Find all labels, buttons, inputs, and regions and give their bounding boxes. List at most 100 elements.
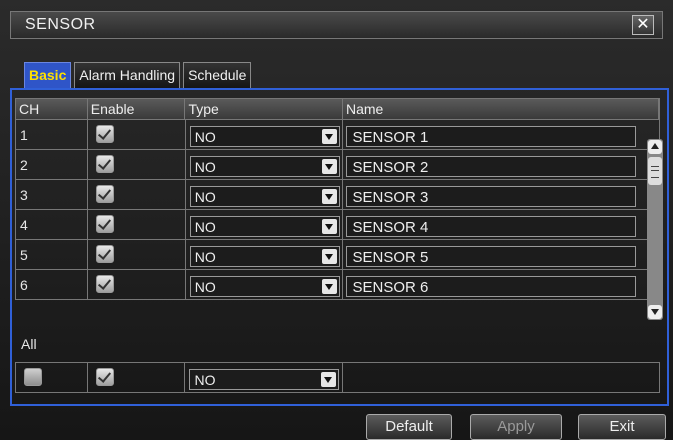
- sensor-name-field[interactable]: SENSOR 6: [346, 276, 637, 297]
- header-type: Type: [185, 99, 343, 119]
- type-value: NO: [194, 219, 216, 235]
- all-type-value: NO: [194, 372, 216, 388]
- chevron-down-icon[interactable]: [321, 279, 337, 294]
- table-body: 1 NO SENSOR 1 2 NO SENSOR 2 3 NO SENSOR 3 4 NO SENS…: [15, 120, 660, 300]
- all-name-cell: [343, 363, 659, 392]
- type-cell: NO: [186, 270, 344, 299]
- table-row: 5 NO SENSOR 5: [15, 240, 660, 270]
- enable-cell: [88, 180, 186, 209]
- enable-checkbox[interactable]: [95, 215, 114, 233]
- all-enable-cell: [88, 363, 186, 392]
- type-value: NO: [194, 249, 216, 265]
- type-cell: NO: [186, 210, 344, 239]
- channel-number: 5: [20, 247, 28, 263]
- channel-number: 1: [20, 127, 28, 143]
- chevron-down-icon[interactable]: [321, 129, 337, 144]
- all-type-select[interactable]: NO: [189, 369, 340, 390]
- ch-cell: 4: [16, 210, 88, 239]
- name-cell: SENSOR 6: [343, 270, 660, 299]
- select-all-checkbox[interactable]: [24, 368, 42, 386]
- type-select[interactable]: NO: [189, 126, 340, 147]
- table-row: 1 NO SENSOR 1: [15, 120, 660, 150]
- scroll-up-icon[interactable]: [648, 140, 662, 154]
- type-value: NO: [194, 279, 216, 295]
- window-title: SENSOR: [25, 16, 96, 33]
- ch-cell: 2: [16, 150, 88, 179]
- name-cell: SENSOR 4: [343, 210, 660, 239]
- scroll-thumb[interactable]: [648, 157, 662, 185]
- enable-checkbox[interactable]: [95, 245, 114, 263]
- chevron-down-icon[interactable]: [321, 189, 337, 204]
- sensor-window: SENSOR ✕ Basic Alarm Handling Schedule C…: [0, 0, 673, 440]
- type-select[interactable]: NO: [189, 216, 340, 237]
- sensor-name-field[interactable]: SENSOR 1: [346, 126, 637, 147]
- enable-cell: [88, 210, 186, 239]
- sensor-name-field[interactable]: SENSOR 5: [346, 246, 637, 267]
- sensor-name-value: SENSOR 6: [352, 279, 429, 296]
- table-row: 6 NO SENSOR 6: [15, 270, 660, 300]
- enable-checkbox[interactable]: [95, 275, 114, 293]
- type-select[interactable]: NO: [189, 246, 340, 267]
- channel-number: 2: [20, 157, 28, 173]
- table-row: 4 NO SENSOR 4: [15, 210, 660, 240]
- title-bar: SENSOR ✕: [10, 11, 663, 39]
- table-scrollbar[interactable]: [647, 139, 663, 320]
- enable-checkbox[interactable]: [95, 185, 114, 203]
- all-row: NO: [15, 362, 660, 393]
- channel-number: 4: [20, 217, 28, 233]
- tab-basic[interactable]: Basic: [24, 62, 72, 88]
- sensor-name-value: SENSOR 4: [352, 219, 429, 236]
- default-button[interactable]: Default: [366, 414, 452, 440]
- ch-cell: 5: [16, 240, 88, 269]
- type-value: NO: [194, 189, 216, 205]
- header-enable: Enable: [88, 99, 186, 119]
- sensor-name-value: SENSOR 3: [352, 189, 429, 206]
- type-value: NO: [194, 159, 216, 175]
- table-row: 3 NO SENSOR 3: [15, 180, 660, 210]
- type-cell: NO: [186, 180, 344, 209]
- enable-checkbox[interactable]: [95, 125, 114, 143]
- exit-button[interactable]: Exit: [578, 414, 666, 440]
- ch-cell: 3: [16, 180, 88, 209]
- channel-number: 3: [20, 187, 28, 203]
- sensor-name-field[interactable]: SENSOR 2: [346, 156, 637, 177]
- header-name: Name: [343, 99, 659, 119]
- header-ch: CH: [16, 99, 88, 119]
- enable-cell: [88, 150, 186, 179]
- close-icon: ✕: [636, 16, 650, 33]
- enable-checkbox[interactable]: [95, 155, 114, 173]
- chevron-down-icon[interactable]: [321, 159, 337, 174]
- ch-cell: 1: [16, 120, 88, 149]
- apply-button[interactable]: Apply: [470, 414, 562, 440]
- chevron-down-icon[interactable]: [321, 219, 337, 234]
- type-cell: NO: [186, 150, 344, 179]
- scroll-down-icon[interactable]: [648, 305, 662, 319]
- name-cell: SENSOR 1: [343, 120, 660, 149]
- type-value: NO: [194, 129, 216, 145]
- enable-cell: [88, 270, 186, 299]
- tab-bar: Basic Alarm Handling Schedule: [24, 62, 254, 88]
- name-cell: SENSOR 3: [343, 180, 660, 209]
- enable-cell: [88, 120, 186, 149]
- type-cell: NO: [186, 240, 344, 269]
- sensor-name-value: SENSOR 1: [352, 129, 429, 146]
- chevron-down-icon[interactable]: [321, 249, 337, 264]
- type-select[interactable]: NO: [189, 276, 340, 297]
- all-select-cell: [16, 363, 88, 392]
- tab-alarm-handling[interactable]: Alarm Handling: [74, 62, 181, 88]
- type-select[interactable]: NO: [189, 186, 340, 207]
- sensor-name-value: SENSOR 2: [352, 159, 429, 176]
- all-enable-checkbox[interactable]: [95, 368, 114, 386]
- table-header: CH Enable Type Name: [15, 98, 660, 120]
- name-cell: SENSOR 5: [343, 240, 660, 269]
- sensor-name-value: SENSOR 5: [352, 249, 429, 266]
- close-button[interactable]: ✕: [632, 15, 654, 35]
- chevron-down-icon[interactable]: [321, 372, 337, 387]
- table-row: 2 NO SENSOR 2: [15, 150, 660, 180]
- sensor-name-field[interactable]: SENSOR 3: [346, 186, 637, 207]
- type-cell: NO: [186, 120, 344, 149]
- all-label: All: [21, 336, 37, 352]
- tab-schedule[interactable]: Schedule: [183, 62, 252, 88]
- type-select[interactable]: NO: [189, 156, 340, 177]
- sensor-name-field[interactable]: SENSOR 4: [346, 216, 637, 237]
